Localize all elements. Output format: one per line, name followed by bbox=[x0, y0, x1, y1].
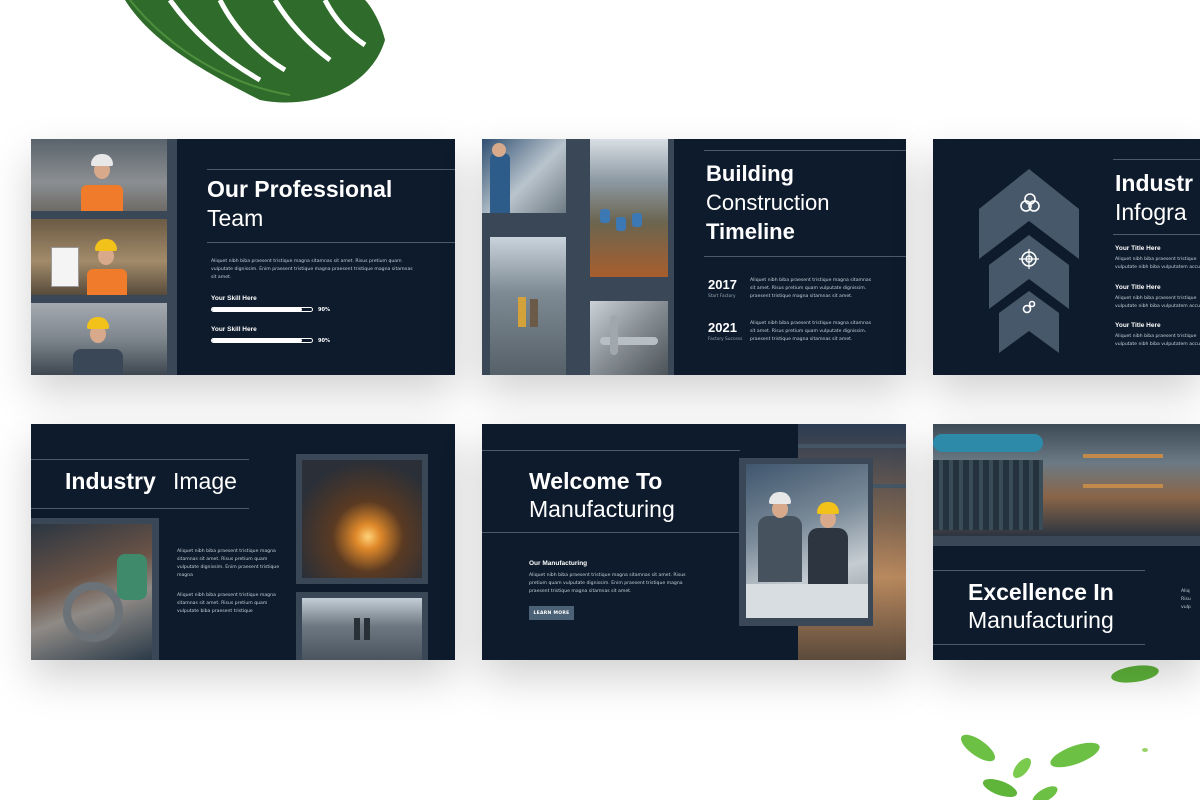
worker-photo-2 bbox=[31, 219, 167, 295]
monstera-leaf-decoration bbox=[125, 0, 385, 103]
title-rule-bottom bbox=[482, 532, 740, 533]
slide-title-line2: Construction bbox=[706, 190, 830, 215]
skill-percent-1: 90% bbox=[318, 307, 330, 313]
skill-bar-fill-1 bbox=[212, 308, 302, 311]
slide-title-light: Manufacturing bbox=[529, 496, 675, 522]
slide-title-bold: Excellence In bbox=[968, 579, 1114, 605]
slide-title-light: Image bbox=[173, 468, 237, 494]
slide-construction-timeline[interactable]: Building Construction Timeline 2017 Star… bbox=[482, 139, 906, 375]
title-rule-bottom bbox=[207, 242, 455, 243]
photo-divider bbox=[933, 536, 1200, 546]
paragraph-1: Aliquet nibh biba praesent tristique mag… bbox=[177, 549, 280, 578]
machinery-photo bbox=[590, 301, 668, 375]
worker-photo-3 bbox=[31, 303, 167, 375]
skill-bar-fill-2 bbox=[212, 339, 302, 342]
title-rule bbox=[482, 450, 740, 451]
target-icon bbox=[1019, 249, 1039, 269]
skill-label-1: Your Skill Here bbox=[211, 295, 257, 302]
skill-percent-2: 90% bbox=[318, 338, 330, 344]
title-rule bbox=[31, 459, 249, 460]
engineers-photo bbox=[746, 464, 868, 618]
subheading: Our Manufacturing bbox=[529, 560, 588, 567]
learn-more-button[interactable]: LEARN MORE bbox=[529, 606, 574, 620]
side-text: Aliq Risu vulp bbox=[1181, 589, 1191, 610]
circles-icon bbox=[1020, 193, 1040, 212]
worker-photo-1 bbox=[31, 139, 167, 211]
title-rule-bottom bbox=[704, 256, 906, 257]
timeline-text-2: Aliquet nibh biba praesent tristique mag… bbox=[750, 321, 872, 342]
info-item-text-2: Aliquet nibh biba praesent tristique vul… bbox=[1115, 296, 1200, 309]
skill-bar-1 bbox=[211, 307, 313, 312]
skill-label-2: Your Skill Here bbox=[211, 326, 257, 333]
slide-title-light: Team bbox=[207, 205, 264, 231]
slide-title-bold: Industry bbox=[65, 468, 156, 494]
industrial-plant-photo bbox=[933, 424, 1200, 536]
slide-title-bold: Our Professional bbox=[207, 176, 393, 202]
title-rule-bottom bbox=[933, 644, 1145, 645]
slide-industry-image[interactable]: Industry Image Aliquet nibh biba praesen… bbox=[31, 424, 455, 660]
timeline-sub-1: Start Factory bbox=[708, 294, 736, 299]
info-item-title-1: Your Title Here bbox=[1115, 245, 1161, 252]
info-item-text-3: Aliquet nibh biba praesent tristique vul… bbox=[1115, 334, 1200, 347]
slide-title-light: Infogra bbox=[1115, 199, 1187, 225]
small-leaves-decoration bbox=[960, 665, 1159, 800]
slide-title-line1: Building bbox=[706, 161, 794, 186]
gears-icon bbox=[1022, 300, 1036, 314]
title-rule bbox=[1113, 159, 1200, 160]
timeline-text-1: Aliquet nibh biba praesent tristique mag… bbox=[750, 278, 872, 299]
slide-welcome-manufacturing[interactable]: Welcome To Manufacturing Our Manufacturi… bbox=[482, 424, 906, 660]
info-item-title-3: Your Title Here bbox=[1115, 322, 1161, 329]
slide-excellence-manufacturing[interactable]: Excellence In Manufacturing Aliq Risu vu… bbox=[933, 424, 1200, 660]
slide-industry-infographic[interactable]: Industr Infogra Your Title Here Aliquet … bbox=[933, 139, 1200, 375]
factory-hall-photo bbox=[302, 598, 422, 660]
slide-title-bold: Welcome To bbox=[529, 468, 663, 494]
skill-bar-2 bbox=[211, 338, 313, 343]
assembly-line-photo bbox=[590, 139, 668, 277]
timeline-sub-2: Factory Success bbox=[708, 337, 743, 342]
slide-title-light: Manufacturing bbox=[968, 607, 1114, 633]
title-rule bbox=[933, 570, 1145, 571]
info-item-text-1: Aliquet nibh biba praesent tristique vul… bbox=[1115, 257, 1200, 270]
body-text: Aliquet nibh biba praesent tristique mag… bbox=[529, 573, 686, 594]
title-rule-bottom bbox=[31, 508, 249, 509]
engineer-photo bbox=[482, 139, 566, 213]
pipe-worker-photo bbox=[31, 524, 152, 660]
timeline-year-1: 2017 bbox=[708, 277, 737, 292]
welding-sparks-photo bbox=[302, 460, 422, 578]
body-text: Aliquet nibh biba praesent tristique mag… bbox=[211, 259, 413, 280]
title-rule bbox=[207, 169, 455, 170]
title-rule bbox=[704, 150, 906, 151]
title-rule-bottom bbox=[1113, 234, 1200, 235]
slide-title-line3: Timeline bbox=[706, 219, 795, 244]
warehouse-photo bbox=[490, 237, 566, 375]
timeline-year-2: 2021 bbox=[708, 320, 737, 335]
info-item-title-2: Your Title Here bbox=[1115, 284, 1161, 291]
slide-title-bold: Industr bbox=[1115, 170, 1193, 196]
slide-professional-team[interactable]: Our Professional Team Aliquet nibh biba … bbox=[31, 139, 455, 375]
paragraph-2: Aliquet nibh biba praesent tristique mag… bbox=[177, 593, 276, 614]
